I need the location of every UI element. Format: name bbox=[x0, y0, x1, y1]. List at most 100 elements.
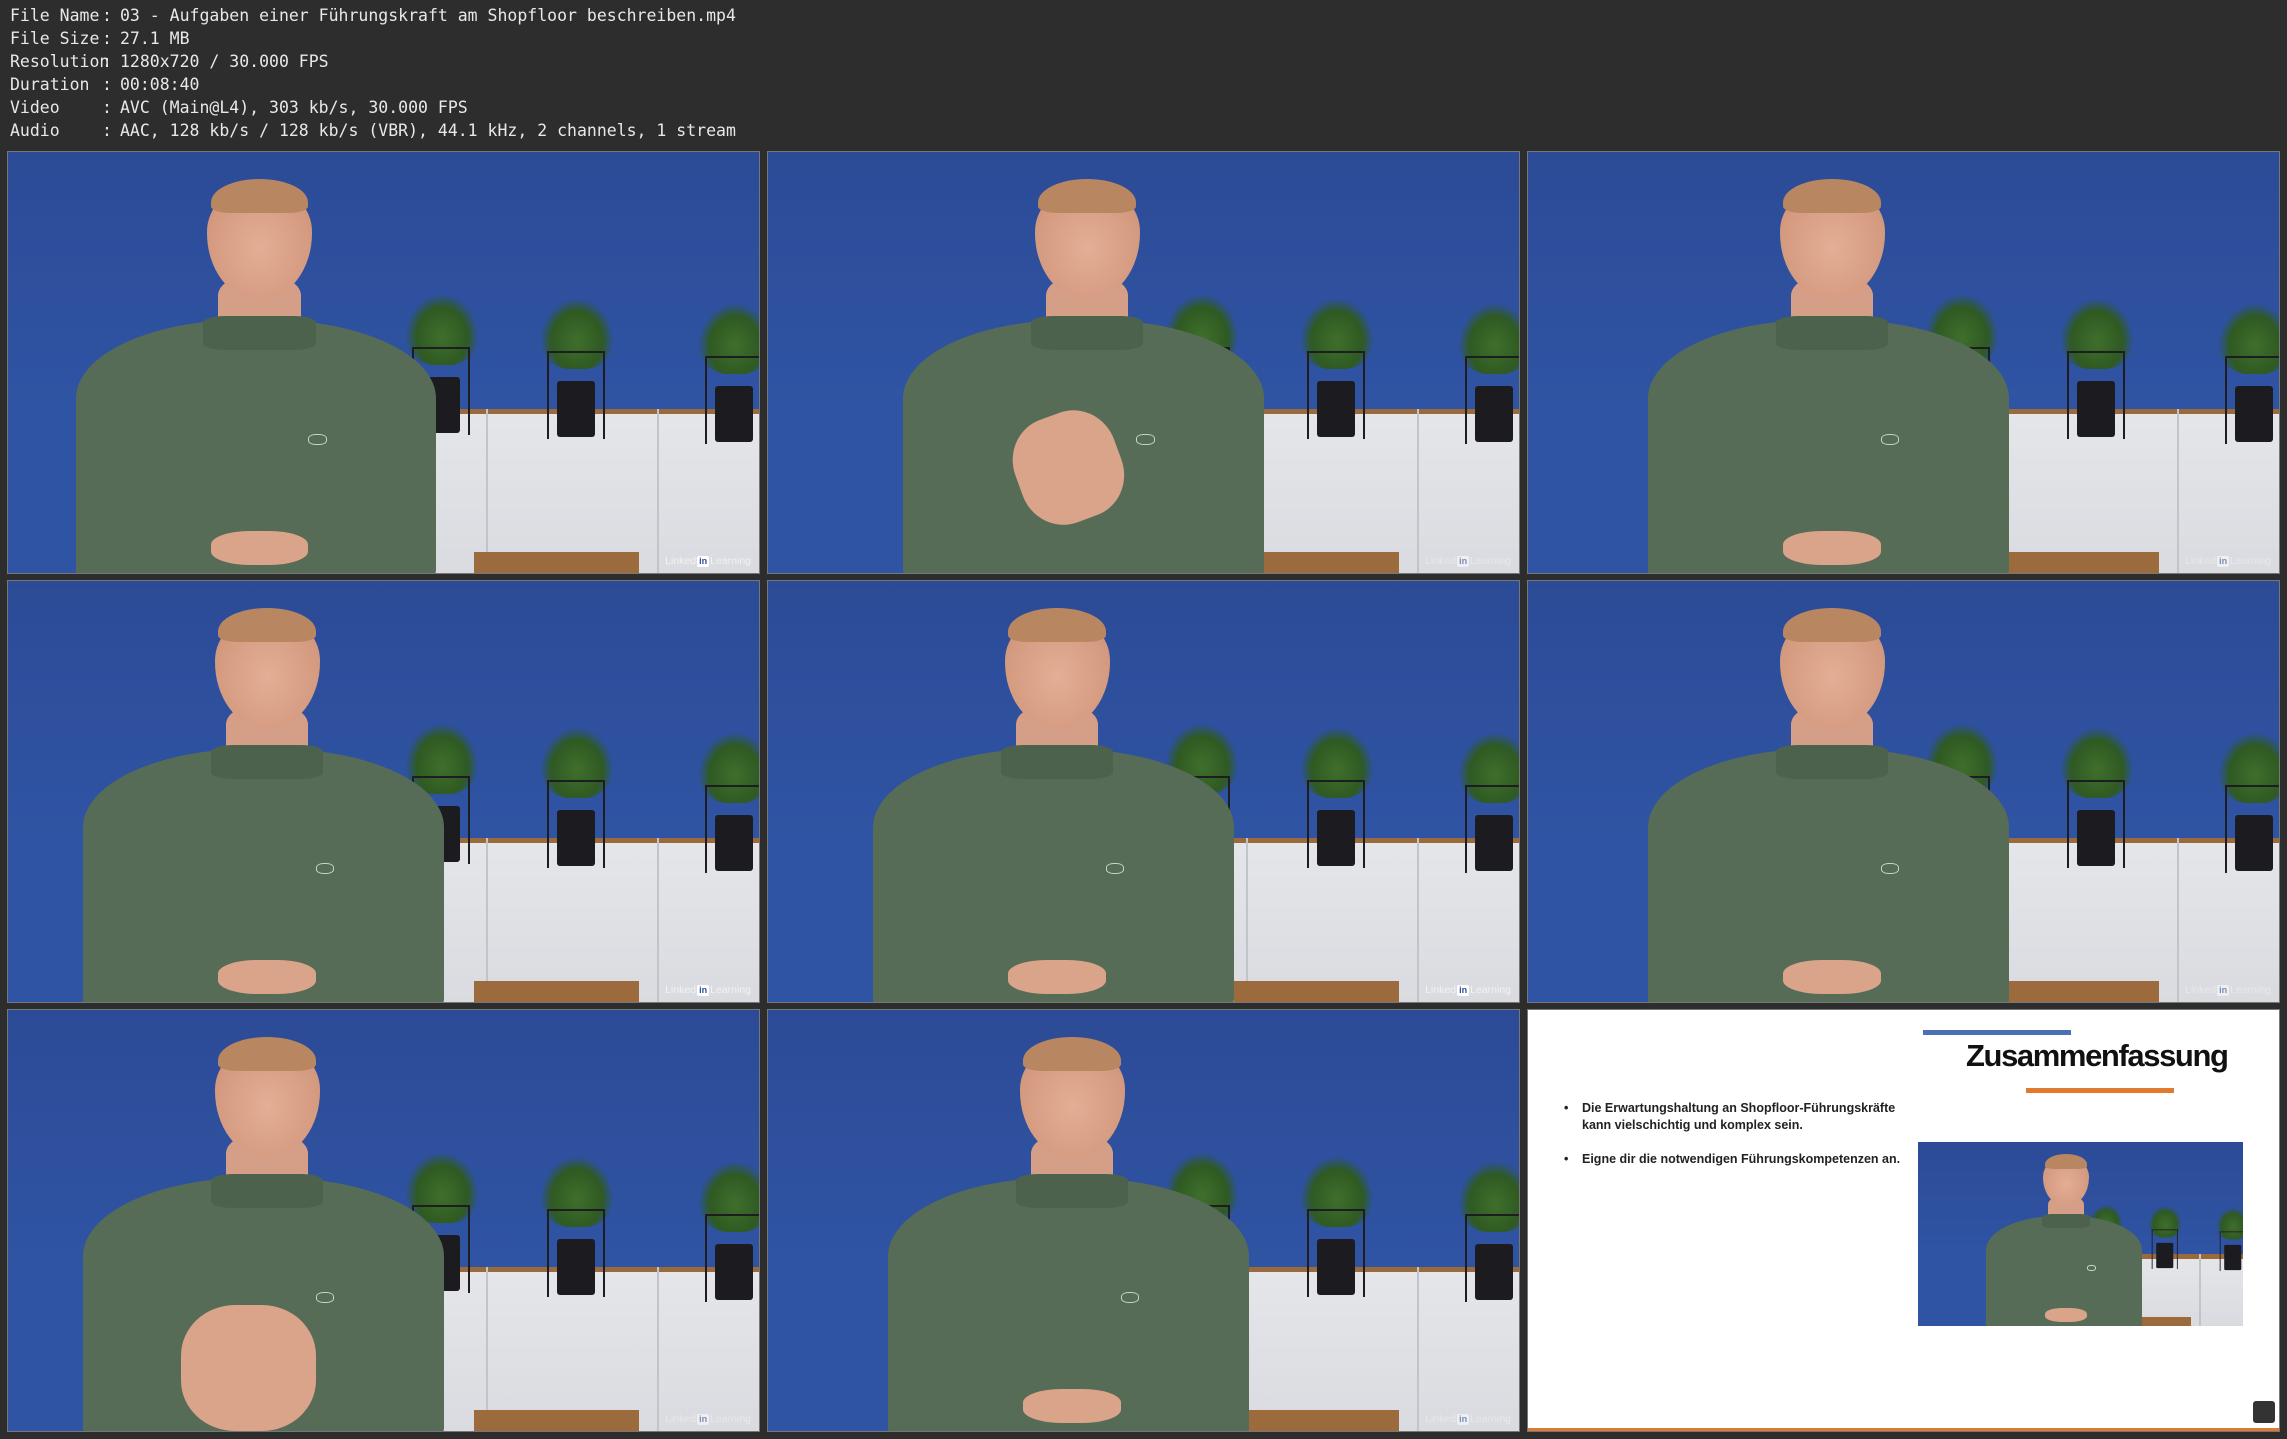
desk-edge bbox=[1233, 980, 1399, 1002]
watermark-text: Linked bbox=[1425, 555, 1457, 567]
video-frame-scene: Linked in Learning bbox=[768, 1010, 1519, 1431]
video-frame-scene: Linked in Learning bbox=[768, 152, 1519, 573]
person-collar bbox=[1775, 316, 1889, 350]
linkedin-logo-icon: in bbox=[2217, 555, 2230, 567]
thumbnail-frame-2[interactable]: Linked in Learning bbox=[767, 151, 1520, 574]
video-frame-scene: Linked in Learning bbox=[8, 1010, 759, 1431]
potted-plant bbox=[1301, 299, 1374, 440]
potted-plant bbox=[1458, 1161, 1519, 1302]
plant-pot bbox=[1474, 385, 1513, 442]
info-separator: : bbox=[102, 6, 112, 25]
potted-plant bbox=[1458, 732, 1519, 873]
desk-edge bbox=[473, 980, 639, 1002]
person-collar bbox=[2041, 1213, 2091, 1229]
bullet-symbol: • bbox=[1564, 1152, 1569, 1166]
cabinet-seam bbox=[1245, 837, 1248, 1002]
thumbnail-summary-slide[interactable]: Zusammenfassung • Die Erwartungshaltung … bbox=[1527, 1009, 2280, 1432]
person-hands bbox=[1783, 959, 1881, 994]
linkedin-logo-icon: in bbox=[697, 984, 710, 996]
desk-edge bbox=[473, 551, 639, 573]
linkedin-learning-watermark: Linked in Learning bbox=[2185, 555, 2271, 567]
potted-plant bbox=[698, 303, 759, 444]
cabinet-seam bbox=[657, 1266, 660, 1431]
thumbnail-frame-6[interactable]: Linked in Learning bbox=[1527, 580, 2280, 1003]
plant-pot bbox=[1474, 1243, 1513, 1300]
info-separator: : bbox=[102, 75, 112, 94]
person-hands bbox=[1008, 959, 1106, 994]
shirt-logo bbox=[1880, 434, 1900, 446]
thumbnail-frame-8[interactable]: Linked in Learning bbox=[767, 1009, 1520, 1432]
linkedin-learning-watermark: Linked in Learning bbox=[2185, 984, 2271, 996]
plant-pot bbox=[557, 381, 596, 438]
slide-video-inset bbox=[1918, 1142, 2243, 1326]
shirt-logo bbox=[315, 1292, 335, 1304]
person-hands bbox=[1783, 530, 1881, 565]
desk-edge bbox=[1233, 1409, 1399, 1431]
info-key: Video bbox=[10, 98, 60, 117]
desk-edge bbox=[1993, 980, 2159, 1002]
linkedin-learning-watermark: Linked in Learning bbox=[665, 984, 751, 996]
person-hands bbox=[210, 530, 309, 565]
slide-bullet-list: • Die Erwartungshaltung an Shopfloor-Füh… bbox=[1564, 1100, 1904, 1185]
watermark-text: Linked bbox=[2185, 555, 2217, 567]
person-hands bbox=[2044, 1307, 2087, 1323]
info-separator: : bbox=[102, 29, 112, 48]
watermark-text: Learning bbox=[710, 1413, 751, 1425]
potted-plant bbox=[1458, 303, 1519, 444]
slide-accent-bar-blue bbox=[1923, 1030, 2071, 1035]
info-separator: : bbox=[102, 98, 112, 117]
person-collar bbox=[1775, 745, 1889, 779]
plant-pot bbox=[2155, 1243, 2174, 1269]
thumbnail-frame-4[interactable]: Linked in Learning bbox=[7, 580, 760, 1003]
thumbnail-frame-3[interactable]: Linked in Learning bbox=[1527, 151, 2280, 574]
info-separator: : bbox=[102, 52, 112, 71]
video-frame-scene: Linked in Learning bbox=[1528, 152, 2279, 573]
linkedin-learning-watermark: Linked in Learning bbox=[1425, 984, 1511, 996]
shirt-logo bbox=[1105, 863, 1125, 875]
linkedin-logo-icon: in bbox=[2217, 984, 2230, 996]
cabinet-seam bbox=[485, 1266, 488, 1431]
plant-pot bbox=[2234, 385, 2273, 442]
person-collar bbox=[203, 316, 316, 350]
cabinet-seam bbox=[657, 837, 660, 1002]
shirt-logo bbox=[1120, 1292, 1140, 1304]
info-row-audio: Audio : AAC, 128 kb/s / 128 kb/s (VBR), … bbox=[10, 119, 736, 142]
slide-footer-logo-icon bbox=[2253, 1401, 2275, 1423]
potted-plant bbox=[2218, 732, 2279, 873]
potted-plant bbox=[541, 299, 614, 440]
potted-plant bbox=[698, 732, 759, 873]
person-hands bbox=[180, 1304, 316, 1431]
info-row-file-name: File Name : 03 - Aufgaben einer Führungs… bbox=[10, 4, 736, 27]
slide-footer-line bbox=[1528, 1428, 2279, 1431]
potted-plant bbox=[2148, 1206, 2182, 1270]
person-collar bbox=[1015, 1174, 1129, 1208]
watermark-text: Linked bbox=[2185, 984, 2217, 996]
cabinet-seam bbox=[2177, 837, 2180, 1002]
watermark-text: Learning bbox=[1470, 984, 1511, 996]
potted-plant bbox=[1301, 1157, 1374, 1298]
watermark-text: Learning bbox=[710, 984, 751, 996]
potted-plant bbox=[541, 1157, 614, 1298]
linkedin-learning-watermark: Linked in Learning bbox=[665, 555, 751, 567]
info-value: 03 - Aufgaben einer Führungskraft am Sho… bbox=[120, 6, 736, 25]
linkedin-logo-icon: in bbox=[1457, 1413, 1470, 1425]
linkedin-logo-icon: in bbox=[697, 1413, 710, 1425]
watermark-text: Linked bbox=[665, 555, 697, 567]
info-row-video: Video : AVC (Main@L4), 303 kb/s, 30.000 … bbox=[10, 96, 736, 119]
shirt-logo bbox=[315, 863, 335, 875]
thumbnail-frame-1[interactable]: Linked in Learning bbox=[7, 151, 760, 574]
media-info-panel: File Name : 03 - Aufgaben einer Führungs… bbox=[10, 4, 736, 142]
thumbnail-frame-5[interactable]: Linked in Learning bbox=[767, 580, 1520, 1003]
info-value: 27.1 MB bbox=[120, 29, 190, 48]
watermark-text: Linked bbox=[665, 1413, 697, 1425]
potted-plant bbox=[541, 728, 614, 869]
info-value: 00:08:40 bbox=[120, 75, 200, 94]
info-row-resolution: Resolution : 1280x720 / 30.000 FPS bbox=[10, 50, 736, 73]
linkedin-learning-watermark: Linked in Learning bbox=[1425, 1413, 1511, 1425]
video-frame-scene: Linked in Learning bbox=[768, 581, 1519, 1002]
potted-plant bbox=[698, 1161, 759, 1302]
info-row-duration: Duration : 00:08:40 bbox=[10, 73, 736, 96]
watermark-text: Learning bbox=[1470, 555, 1511, 567]
info-key: File Size bbox=[10, 29, 100, 48]
thumbnail-frame-7[interactable]: Linked in Learning bbox=[7, 1009, 760, 1432]
